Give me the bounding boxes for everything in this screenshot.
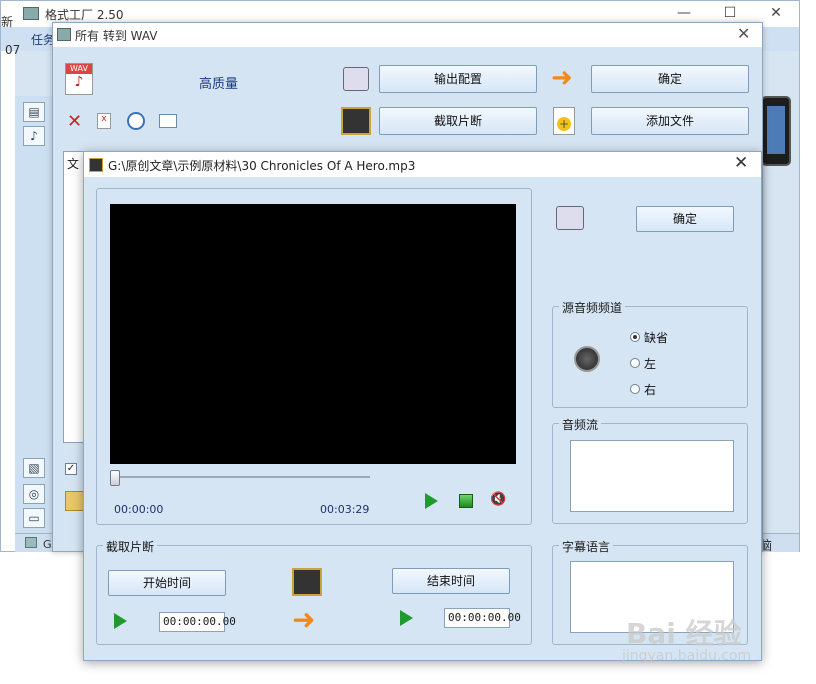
app-icon	[57, 28, 71, 41]
edge-text-top: 新	[1, 15, 14, 29]
wav-dialog-titlebar: 所有 转到 WAV ✕	[53, 23, 762, 47]
settings-camera-icon	[556, 206, 584, 230]
film-scissors-icon	[89, 158, 103, 172]
end-time-button[interactable]: 结束时间	[392, 568, 510, 594]
info-icon[interactable]	[159, 114, 177, 128]
seek-track[interactable]	[114, 476, 370, 478]
mute-speaker-icon[interactable]: 🔇	[490, 492, 506, 507]
phone-device-icon[interactable]	[761, 96, 791, 166]
arrow-right-icon: ➜	[551, 63, 573, 93]
start-time-input[interactable]: 00:00:00.00	[159, 612, 236, 632]
play-button[interactable]	[425, 493, 438, 509]
wav-file-icon: WAV ♪	[65, 63, 93, 95]
category-panel: ▤ ♪ ▧ ◎ ▭	[15, 96, 57, 536]
close-button[interactable]: ✕	[761, 3, 791, 23]
settings-camera-icon	[343, 67, 369, 91]
plus-icon: +	[557, 117, 571, 131]
video-preview[interactable]	[110, 204, 516, 464]
picture-category-icon[interactable]: ▧	[23, 458, 45, 478]
wav-dialog-title: 所有 转到 WAV	[75, 29, 158, 43]
seek-slider-handle[interactable]	[110, 470, 120, 486]
play-to-end-button[interactable]	[400, 610, 413, 626]
clip-confirm-button[interactable]: 确定	[636, 206, 734, 232]
current-time: 00:00:00	[114, 503, 164, 516]
channel-left-label: 左	[644, 357, 657, 371]
clip-button[interactable]: 截取片断	[379, 107, 537, 135]
wav-confirm-button[interactable]: 确定	[591, 65, 749, 93]
start-time-button[interactable]: 开始时间	[108, 570, 226, 596]
folder-icon	[25, 537, 37, 548]
main-window-title: 格式工厂 2.50	[45, 8, 124, 22]
channel-default-label: 缺省	[644, 331, 669, 345]
wav-badge-icon: WAV	[66, 64, 92, 74]
quality-label[interactable]: 高质量	[199, 73, 238, 92]
main-left-strip	[1, 51, 15, 551]
clip-section-label: 截取片断	[103, 538, 158, 555]
wav-close-button[interactable]: ✕	[737, 24, 750, 43]
speaker-icon	[574, 346, 600, 372]
add-file-icon: +	[553, 107, 575, 135]
edge-text-mid: 07	[5, 43, 21, 57]
channel-left-radio[interactable]	[630, 358, 640, 368]
music-note-icon: ♪	[74, 74, 84, 90]
channel-right-label: 右	[644, 383, 657, 397]
clip-close-button[interactable]: ✕	[734, 153, 748, 173]
channel-default-radio[interactable]	[630, 332, 640, 342]
maximize-button[interactable]: ☐	[715, 3, 745, 23]
subtitle-language-label: 字幕语言	[559, 538, 614, 555]
minimize-button[interactable]: —	[669, 3, 699, 23]
file-list-header: 文	[67, 157, 80, 171]
clip-dialog: G:\原创文章\示例原材料\30 Chronicles Of A Hero.mp…	[83, 151, 762, 661]
delete-icon[interactable]: ✕	[67, 111, 82, 132]
play-preview-icon[interactable]	[127, 112, 145, 130]
channel-right-radio[interactable]	[630, 384, 640, 394]
audio-category-icon[interactable]: ♪	[23, 126, 45, 146]
option-checkbox[interactable]: ✓	[65, 463, 77, 475]
film-scissors-icon	[341, 107, 371, 135]
clip-dialog-titlebar: G:\原创文章\示例原材料\30 Chronicles Of A Hero.mp…	[84, 152, 761, 177]
watermark-url: jingyan.baidu.com	[622, 648, 752, 664]
stop-button[interactable]	[459, 494, 473, 508]
rom-device-icon[interactable]: ◎	[23, 484, 45, 504]
app-icon	[23, 7, 39, 20]
output-config-button[interactable]: 输出配置	[379, 65, 537, 93]
add-file-button[interactable]: 添加文件	[591, 107, 749, 135]
source-channel-label: 源音频频道	[559, 299, 626, 316]
tools-category-icon[interactable]: ▭	[23, 508, 45, 528]
clip-dialog-title: G:\原创文章\示例原材料\30 Chronicles Of A Hero.mp…	[108, 159, 416, 173]
video-category-icon[interactable]: ▤	[23, 102, 45, 122]
arrow-right-icon: ➜	[292, 603, 316, 636]
audio-stream-label: 音频流	[559, 416, 602, 433]
play-from-start-button[interactable]	[114, 613, 127, 629]
total-time: 00:03:29	[320, 503, 370, 516]
watermark-logo: Bai 经验	[626, 617, 742, 650]
audio-stream-list[interactable]	[570, 440, 734, 512]
remove-file-icon[interactable]: x	[97, 113, 111, 129]
film-scissors-icon	[292, 568, 322, 596]
end-time-input[interactable]: 00:00:00.00	[444, 608, 521, 628]
